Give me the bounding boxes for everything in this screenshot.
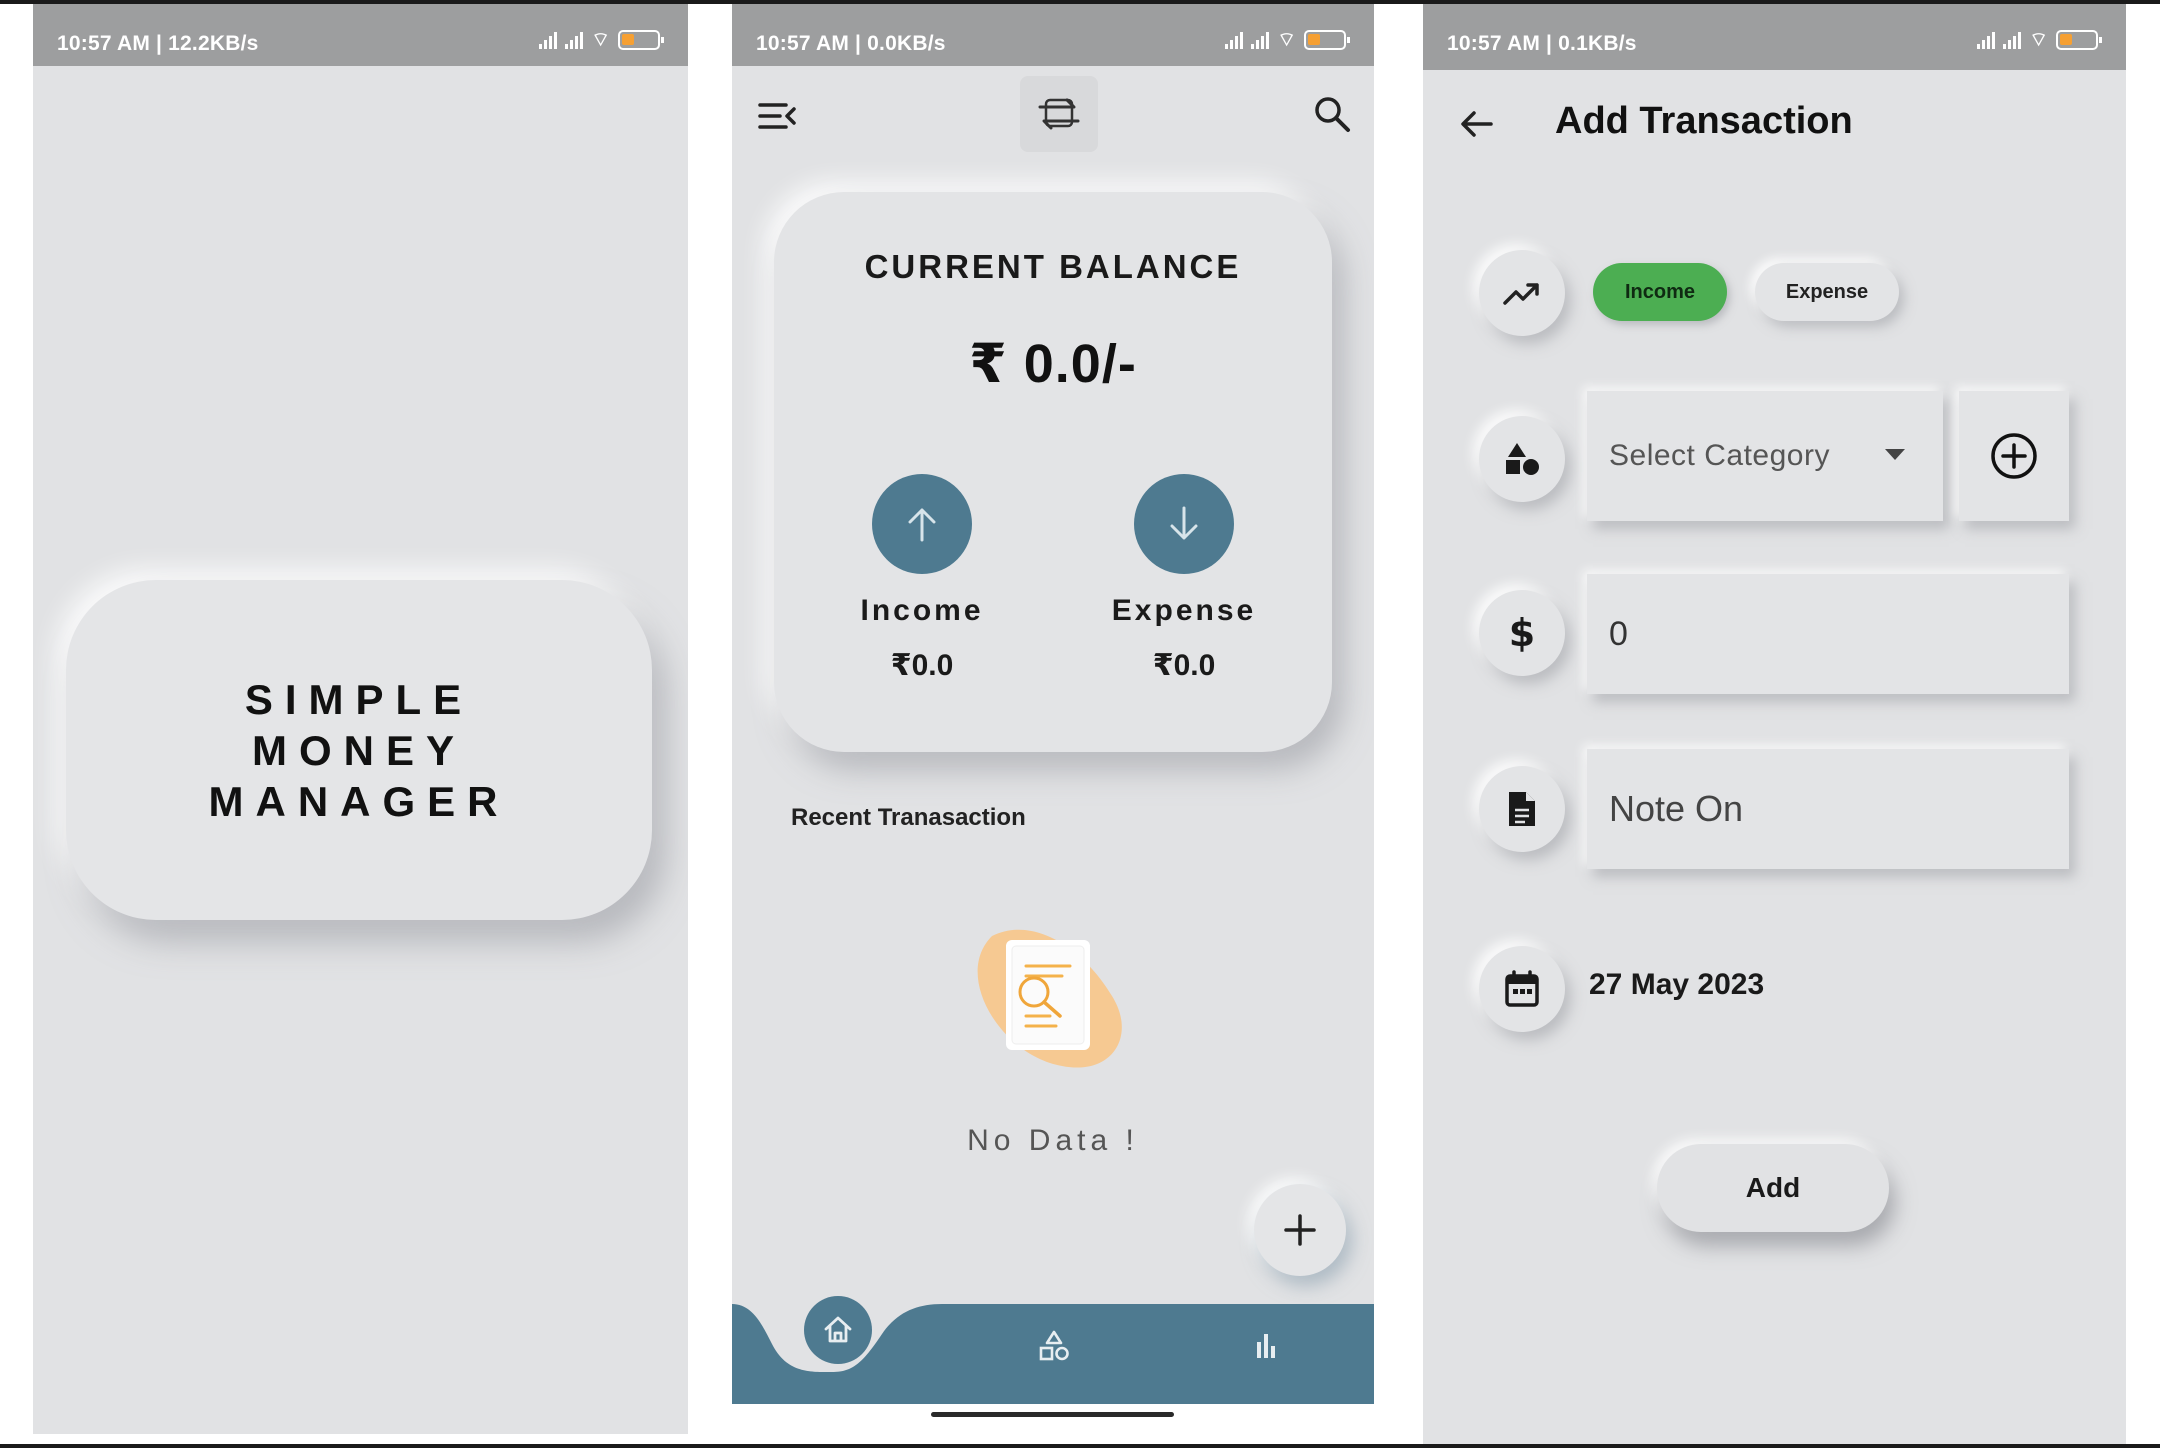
battery-icon [618,30,664,50]
frame-bottom-border [0,1444,2160,1448]
income-value: ₹0.0 [890,649,954,682]
add-transaction-screen: 10:57 AM | 0.1KB/s ⌔ Add Transaction Inc… [1423,4,2126,1444]
category-icon [1039,1330,1069,1361]
battery-icon [1304,30,1350,50]
status-text: 10:57 AM | 0.0KB/s [756,32,946,55]
wifi-icon: ⌔ [591,29,610,51]
status-bar: 10:57 AM | 12.2KB/s ⌔ [33,4,688,66]
nav-home[interactable] [804,1296,872,1364]
signal-icon [539,31,558,49]
signal-icon [1977,31,1996,49]
bar-chart-icon [1257,1334,1275,1358]
income-label: Income [860,594,984,627]
balance-title: CURRENT BALANCE [864,248,1242,285]
battery-icon [2056,30,2102,50]
empty-state-text: No Data ! [967,1124,1139,1157]
splash-screen: 10:57 AM | 12.2KB/s ⌔ SIMPLE MONEY MANAG… [33,4,688,1434]
expense-label: Expense [1111,594,1257,627]
nav-categories[interactable] [1030,1322,1078,1370]
wifi-icon: ⌔ [2029,29,2048,51]
expense-value: ₹0.0 [1152,649,1216,682]
status-bar: 10:57 AM | 0.0KB/s ⌔ [732,4,1374,66]
status-icons: ⌔ [1225,29,1350,51]
nav-stats[interactable] [1242,1322,1290,1370]
dollar-icon: $ [1479,590,1565,676]
note-input[interactable]: Note On [1587,749,2069,869]
shapes-icon [1479,416,1565,502]
app-logo-card: SIMPLE MONEY MANAGER [66,580,652,920]
expense-button[interactable] [1134,474,1234,574]
trend-icon [1479,250,1565,336]
home-icon [824,1316,852,1343]
document-icon [1479,766,1565,852]
amount-input[interactable]: 0 [1587,574,2069,694]
wifi-icon: ⌔ [1277,29,1296,51]
income-button[interactable] [872,474,972,574]
app-name-line1: SIMPLE [244,675,474,723]
search-icon[interactable] [1308,90,1356,138]
add-category-button[interactable] [1959,391,2069,521]
home-screen: 10:57 AM | 0.0KB/s ⌔ CURRENT BALANCE ₹ 0… [732,4,1374,1404]
app-name-line3: MANAGER [208,777,510,825]
app-name: SIMPLE MONEY MANAGER [209,674,510,827]
signal-icon-2 [565,31,584,49]
signal-icon [1225,31,1244,49]
add-circle-icon [1991,433,2037,479]
status-icons: ⌔ [539,29,664,51]
amount-value: 0 [1609,614,1628,653]
status-bar: 10:57 AM | 0.1KB/s ⌔ [1423,4,2126,70]
balance-card: CURRENT BALANCE ₹ 0.0/- Income ₹0.0 Expe… [774,192,1332,752]
recent-transactions-heading: Recent Tranasaction [791,804,1026,831]
app-name-line2: MONEY [251,726,466,774]
signal-icon-2 [2003,31,2022,49]
type-income-chip[interactable]: Income [1593,263,1727,321]
add-button[interactable]: Add [1657,1144,1889,1232]
page-title: Add Transaction [1555,100,1853,142]
category-select[interactable]: Select Category [1587,391,1943,521]
plus-icon [1284,1214,1316,1246]
category-placeholder: Select Category [1609,439,1830,472]
home-indicator [931,1412,1174,1417]
status-icons: ⌔ [1977,29,2102,51]
note-placeholder: Note On [1609,788,1744,829]
calendar-icon[interactable] [1479,946,1565,1032]
exchange-icon[interactable] [1020,76,1098,152]
date-value[interactable]: 27 May 2023 [1589,968,1764,1002]
status-text: 10:57 AM | 12.2KB/s [57,32,259,55]
signal-icon-2 [1251,31,1270,49]
back-arrow-icon[interactable] [1453,100,1501,148]
arrow-down-icon [1170,506,1198,540]
menu-icon[interactable] [754,92,802,140]
no-data-illustration [977,929,1122,1068]
arrow-up-icon [908,508,936,542]
dropdown-icon [1885,449,1905,460]
status-text: 10:57 AM | 0.1KB/s [1447,32,1637,55]
add-transaction-fab[interactable] [1254,1184,1346,1276]
type-expense-chip[interactable]: Expense [1755,263,1899,321]
balance-amount: ₹ 0.0/- [969,334,1137,394]
